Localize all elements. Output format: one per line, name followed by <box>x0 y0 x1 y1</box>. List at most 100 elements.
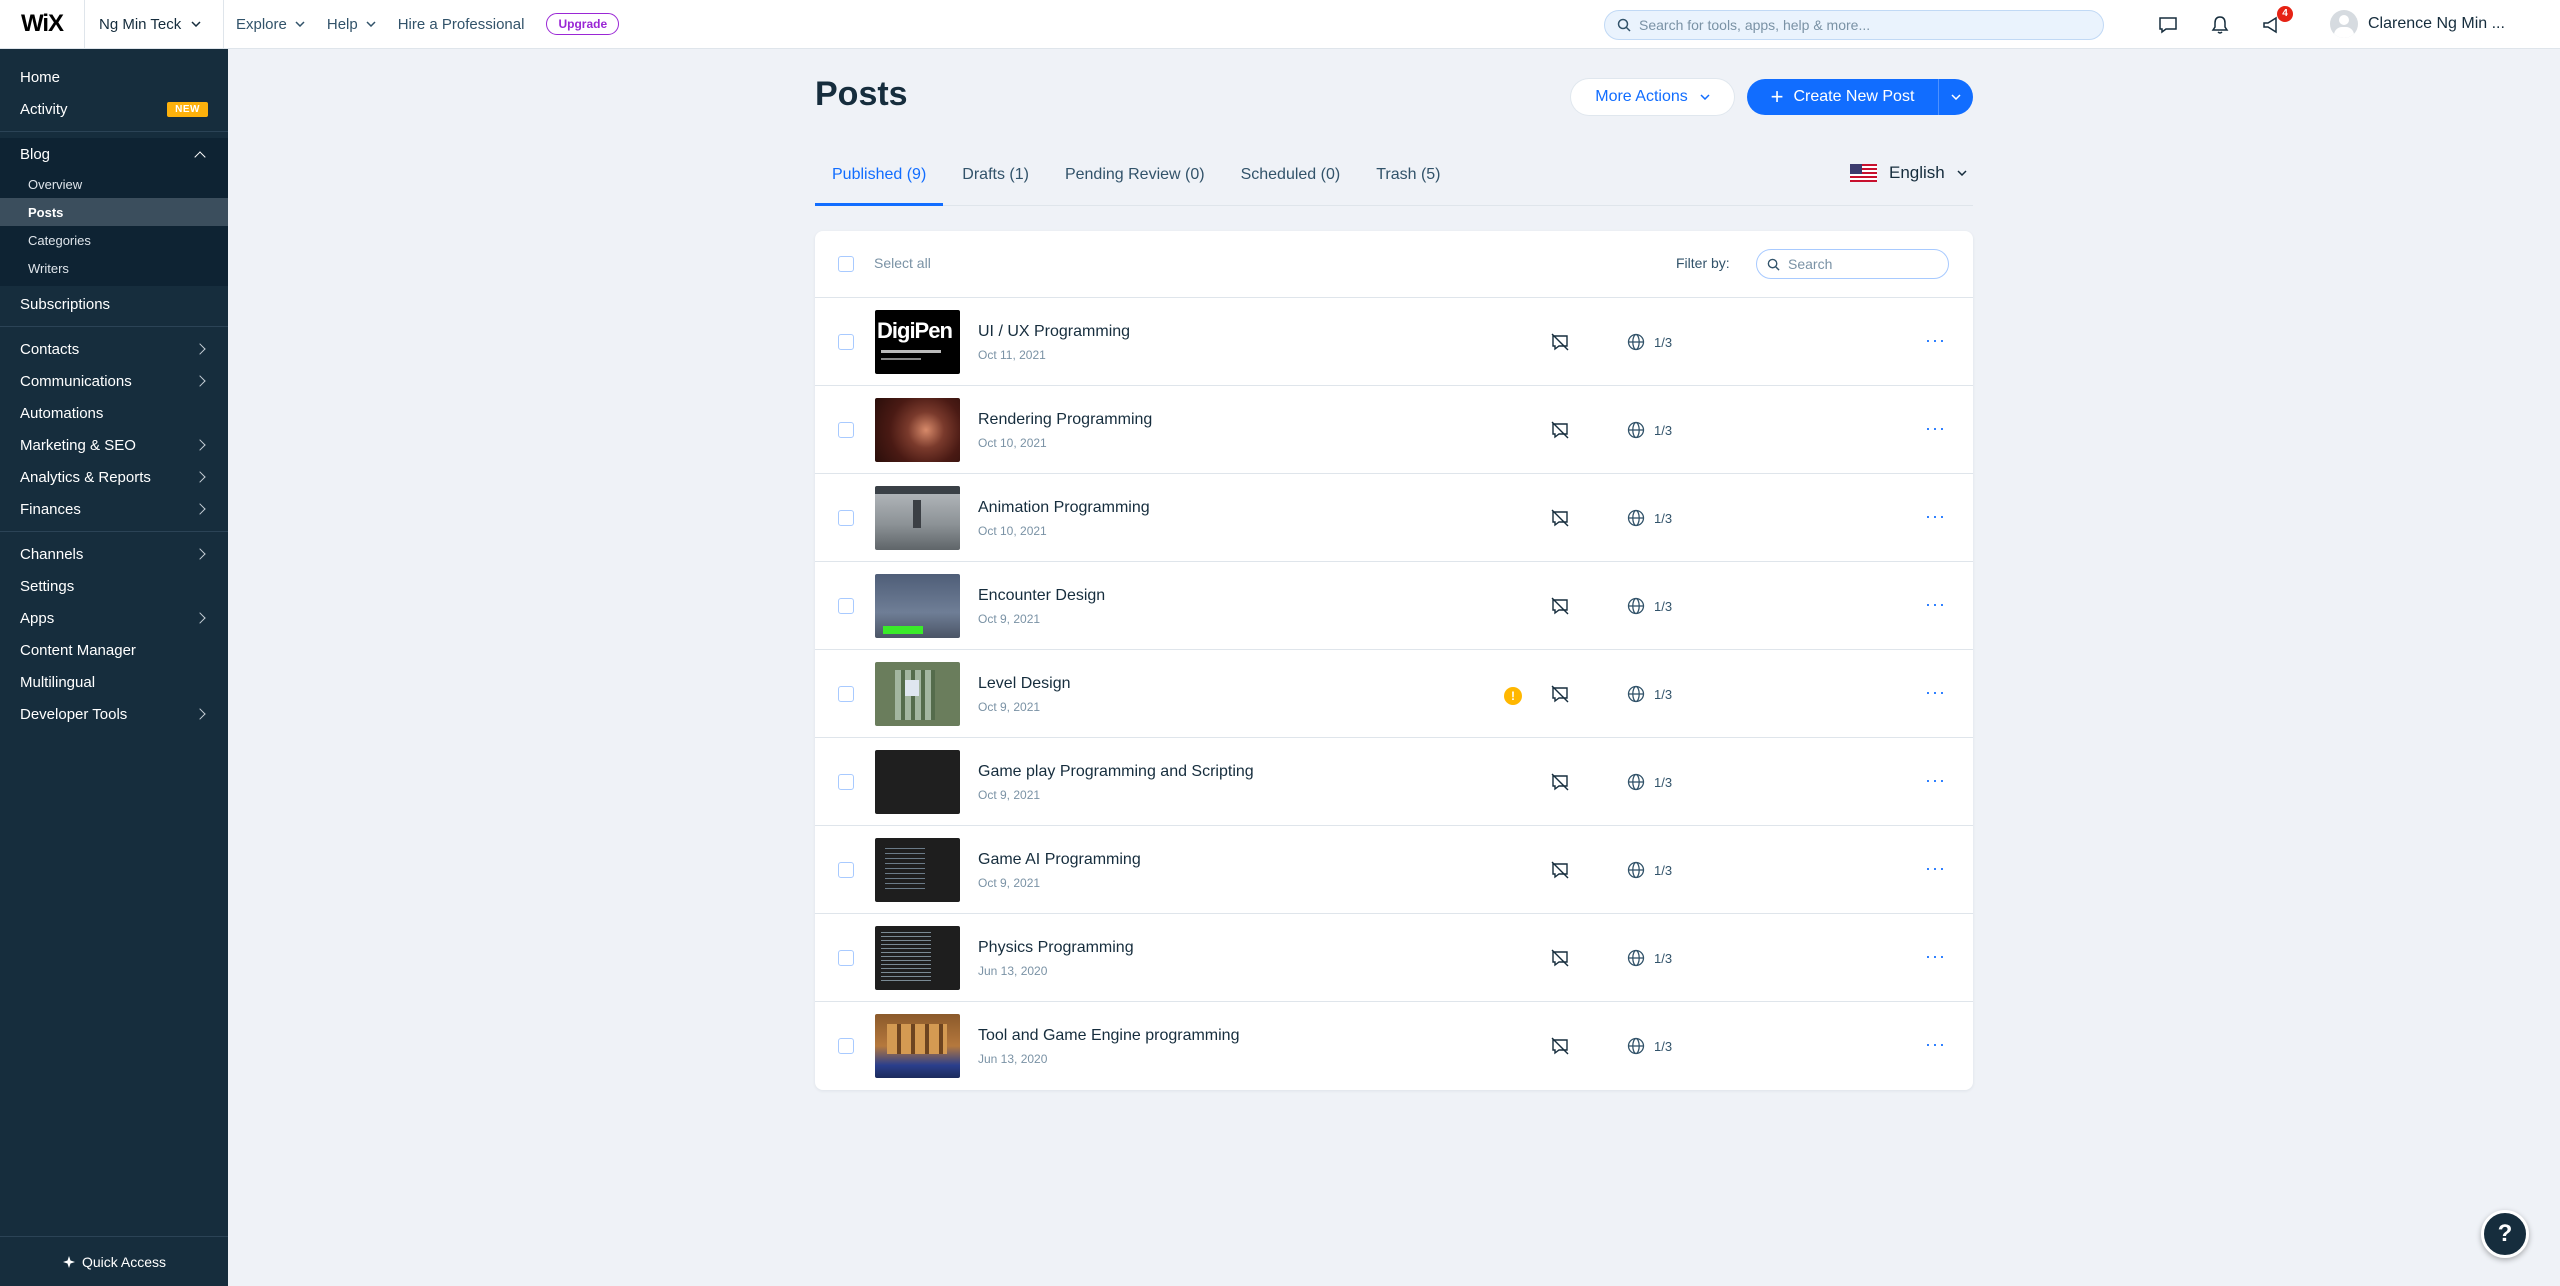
sidebar-item-communications[interactable]: Communications <box>0 365 228 397</box>
row-checkbox[interactable] <box>838 686 854 702</box>
row-checkbox[interactable] <box>838 334 854 350</box>
select-all-checkbox[interactable] <box>838 256 854 272</box>
comments-disabled-icon[interactable] <box>1550 597 1570 615</box>
post-title[interactable]: Encounter Design <box>978 587 1105 605</box>
more-actions-button[interactable]: More Actions <box>1571 79 1734 115</box>
sidebar-item-automations[interactable]: Automations <box>0 397 228 429</box>
more-options-icon[interactable]: ··· <box>1925 946 1946 967</box>
sidebar-item-apps[interactable]: Apps <box>0 602 228 634</box>
sidebar-item-analytics[interactable]: Analytics & Reports <box>0 461 228 493</box>
comments-disabled-icon[interactable] <box>1550 685 1570 703</box>
table-row[interactable]: Animation Programming Oct 10, 2021 1/3 ·… <box>815 474 1973 562</box>
post-thumbnail[interactable] <box>875 750 960 814</box>
tab-scheduled[interactable]: Scheduled (0) <box>1224 160 1358 206</box>
sidebar-item-finances[interactable]: Finances <box>0 493 228 525</box>
post-title[interactable]: Animation Programming <box>978 499 1150 517</box>
more-options-icon[interactable]: ··· <box>1925 1034 1946 1055</box>
sidebar-subitem-writers[interactable]: Writers <box>0 254 228 282</box>
sidebar-item-marketing-seo[interactable]: Marketing & SEO <box>0 429 228 461</box>
help-button[interactable]: ? <box>2481 1210 2529 1258</box>
table-row[interactable]: Tool and Game Engine programming Jun 13,… <box>815 1002 1973 1090</box>
bell-icon[interactable] <box>2207 12 2233 38</box>
tab-published[interactable]: Published (9) <box>815 160 944 206</box>
table-row[interactable]: DigiPen UI / UX Programming Oct 11, 2021… <box>815 298 1973 386</box>
language-selector[interactable]: English <box>1850 163 1967 183</box>
row-checkbox[interactable] <box>838 950 854 966</box>
row-checkbox[interactable] <box>838 1038 854 1054</box>
sidebar-item-contacts[interactable]: Contacts <box>0 333 228 365</box>
upgrade-button[interactable]: Upgrade <box>546 13 620 35</box>
comments-disabled-icon[interactable] <box>1550 509 1570 527</box>
filter-search-input[interactable]: Search <box>1756 249 1949 279</box>
post-thumbnail[interactable] <box>875 926 960 990</box>
tab-pending-review[interactable]: Pending Review (0) <box>1048 160 1222 206</box>
create-new-post-dropdown[interactable] <box>1939 79 1973 115</box>
more-options-icon[interactable]: ··· <box>1925 418 1946 439</box>
more-options-icon[interactable]: ··· <box>1925 770 1946 791</box>
sidebar-item-multilingual[interactable]: Multilingual <box>0 666 228 698</box>
inbox-chat-icon[interactable] <box>2155 12 2181 38</box>
table-row[interactable]: Game play Programming and Scripting Oct … <box>815 738 1973 826</box>
sidebar-item-subscriptions[interactable]: Subscriptions <box>0 288 228 320</box>
table-row[interactable]: Rendering Programming Oct 10, 2021 1/3 ·… <box>815 386 1973 474</box>
sidebar-item-developer-tools[interactable]: Developer Tools <box>0 698 228 730</box>
hire-professional-link[interactable]: Hire a Professional <box>398 16 525 33</box>
table-row[interactable]: Physics Programming Jun 13, 2020 1/3 ··· <box>815 914 1973 1002</box>
announcements-icon[interactable]: 4 <box>2259 6 2293 38</box>
tab-trash[interactable]: Trash (5) <box>1359 160 1457 206</box>
create-new-post-button[interactable]: + Create New Post <box>1747 79 1973 115</box>
site-switcher[interactable]: Ng Min Teck <box>84 0 224 49</box>
comments-disabled-icon[interactable] <box>1550 1037 1570 1055</box>
sidebar-item-home[interactable]: Home <box>0 61 228 93</box>
sidebar-item-channels[interactable]: Channels <box>0 538 228 570</box>
user-menu[interactable]: Clarence Ng Min ... <box>2330 10 2505 38</box>
sidebar-subitem-categories[interactable]: Categories <box>0 226 228 254</box>
comments-disabled-icon[interactable] <box>1550 333 1570 351</box>
sidebar-subitem-posts[interactable]: Posts <box>0 198 228 226</box>
post-title[interactable]: Physics Programming <box>978 939 1134 957</box>
post-title[interactable]: Game AI Programming <box>978 851 1141 869</box>
table-row[interactable]: Level Design Oct 9, 2021 ! 1/3 ··· <box>815 650 1973 738</box>
comments-disabled-icon[interactable] <box>1550 421 1570 439</box>
comments-disabled-icon[interactable] <box>1550 949 1570 967</box>
post-thumbnail[interactable] <box>875 398 960 462</box>
row-checkbox[interactable] <box>838 422 854 438</box>
comments-disabled-icon[interactable] <box>1550 773 1570 791</box>
table-row[interactable]: Encounter Design Oct 9, 2021 1/3 ··· <box>815 562 1973 650</box>
post-thumbnail[interactable] <box>875 486 960 550</box>
sidebar-item-blog[interactable]: Blog <box>0 138 228 170</box>
quick-access-button[interactable]: Quick Access <box>0 1236 228 1286</box>
sidebar-item-activity[interactable]: Activity NEW <box>0 93 228 125</box>
row-checkbox[interactable] <box>838 862 854 878</box>
post-title[interactable]: Rendering Programming <box>978 411 1152 429</box>
more-options-icon[interactable]: ··· <box>1925 682 1946 703</box>
row-checkbox[interactable] <box>838 598 854 614</box>
post-thumbnail[interactable] <box>875 574 960 638</box>
post-title[interactable]: Game play Programming and Scripting <box>978 763 1254 781</box>
post-thumbnail[interactable] <box>875 838 960 902</box>
explore-menu[interactable]: Explore <box>236 16 305 33</box>
post-title[interactable]: Tool and Game Engine programming <box>978 1027 1239 1045</box>
warning-icon[interactable]: ! <box>1504 687 1522 705</box>
more-options-icon[interactable]: ··· <box>1925 594 1946 615</box>
row-checkbox[interactable] <box>838 510 854 526</box>
more-options-icon[interactable]: ··· <box>1925 506 1946 527</box>
more-options-icon[interactable]: ··· <box>1925 330 1946 351</box>
table-row[interactable]: Game AI Programming Oct 9, 2021 1/3 ··· <box>815 826 1973 914</box>
post-thumbnail[interactable]: DigiPen <box>875 310 960 374</box>
post-thumbnail[interactable] <box>875 662 960 726</box>
sidebar-subitem-overview[interactable]: Overview <box>0 170 228 198</box>
wix-logo[interactable]: WiX <box>0 0 84 49</box>
sidebar-item-content-manager[interactable]: Content Manager <box>0 634 228 666</box>
create-new-post-main[interactable]: + Create New Post <box>1747 79 1939 115</box>
post-thumbnail[interactable] <box>875 1014 960 1078</box>
row-checkbox[interactable] <box>838 774 854 790</box>
post-title[interactable]: UI / UX Programming <box>978 323 1130 341</box>
comments-disabled-icon[interactable] <box>1550 861 1570 879</box>
post-title[interactable]: Level Design <box>978 675 1071 693</box>
help-menu[interactable]: Help <box>327 16 376 33</box>
global-search-input[interactable]: Search for tools, apps, help & more... <box>1604 10 2104 40</box>
sidebar-item-settings[interactable]: Settings <box>0 570 228 602</box>
tab-drafts[interactable]: Drafts (1) <box>945 160 1046 206</box>
more-options-icon[interactable]: ··· <box>1925 858 1946 879</box>
